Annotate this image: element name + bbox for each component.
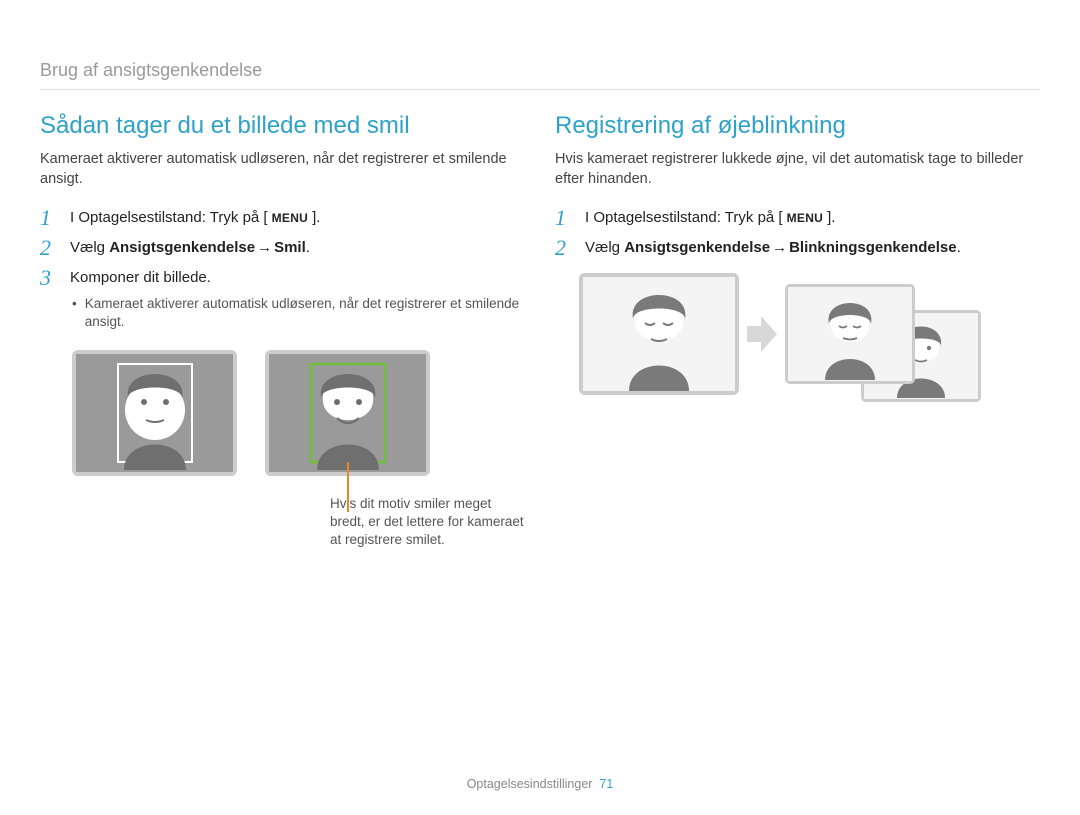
face-smile-image xyxy=(265,350,430,481)
step-3-left: 3 Komponer dit billede. xyxy=(40,267,525,289)
step1r-text-post: ]. xyxy=(827,209,835,226)
step-number: 1 xyxy=(555,207,573,229)
bullet-icon xyxy=(72,295,77,331)
heading-smile: Sådan tager du et billede med smil xyxy=(40,112,525,140)
menu-icon: MENU xyxy=(783,209,828,228)
step-1-right: 1 I Optagelsestilstand: Tryk på [MENU]. xyxy=(555,207,1040,229)
step-2-left: 2 Vælg Ansigtsgenkendelse → Smil. xyxy=(40,237,525,259)
step-number: 3 xyxy=(40,267,58,289)
result-image-front xyxy=(785,284,915,384)
step1-text-pre: I Optagelsestilstand: Tryk på [ xyxy=(70,209,268,226)
blink-example-row xyxy=(579,273,1040,400)
heading-blink: Registrering af øjeblinkning xyxy=(555,112,1040,140)
tip-text: Hvis dit motiv smiler meget bredt, er de… xyxy=(330,495,525,550)
arrow-right-icon xyxy=(745,314,779,359)
breadcrumb: Brug af ansigtsgenkendelse xyxy=(40,60,1040,90)
arrow-icon: → xyxy=(257,237,272,258)
arrow-icon: → xyxy=(772,237,787,258)
bullet-text: Kameraet aktiverer automatisk udløseren,… xyxy=(85,295,525,331)
page-number: 71 xyxy=(599,777,613,791)
step-2-right: 2 Vælg Ansigtsgenkendelse → Blinkningsge… xyxy=(555,237,1040,259)
step2r-pre: Vælg xyxy=(585,239,624,256)
step3-text: Komponer dit billede. xyxy=(70,267,525,289)
step-number: 2 xyxy=(555,237,573,259)
intro-blink: Hvis kameraet registrerer lukkede øjne, … xyxy=(555,150,1040,189)
intro-smile: Kameraet aktiverer automatisk udløseren,… xyxy=(40,150,525,189)
step-number: 2 xyxy=(40,237,58,259)
menu-icon: MENU xyxy=(268,209,313,228)
step2-post: . xyxy=(306,239,310,256)
step1r-text-pre: I Optagelsestilstand: Tryk på [ xyxy=(585,209,783,226)
step-number: 1 xyxy=(40,207,58,229)
left-column: Sådan tager du et billede med smil Kamer… xyxy=(40,112,525,549)
footer-section: Optagelsesindstillinger xyxy=(467,777,593,791)
example-images-row xyxy=(72,350,525,481)
callout-line xyxy=(347,462,349,512)
right-column: Registrering af øjeblinkning Hvis kamera… xyxy=(555,112,1040,549)
bullet-item: Kameraet aktiverer automatisk udløseren,… xyxy=(72,295,525,331)
face-neutral-image xyxy=(72,350,237,481)
step2r-post: . xyxy=(957,239,961,256)
step1-text-post: ]. xyxy=(312,209,320,226)
step-1-left: 1 I Optagelsestilstand: Tryk på [MENU]. xyxy=(40,207,525,229)
step2r-bold2: Blinkningsgenkendelse xyxy=(789,239,957,256)
face-eyes-closed-image xyxy=(579,273,739,400)
step2-pre: Vælg xyxy=(70,239,109,256)
step2r-bold1: Ansigtsgenkendelse xyxy=(624,239,770,256)
step2-bold1: Ansigtsgenkendelse xyxy=(109,239,255,256)
result-images-stack xyxy=(785,284,915,389)
page-footer: Optagelsesindstillinger 71 xyxy=(0,777,1080,791)
step2-bold2: Smil xyxy=(274,239,306,256)
